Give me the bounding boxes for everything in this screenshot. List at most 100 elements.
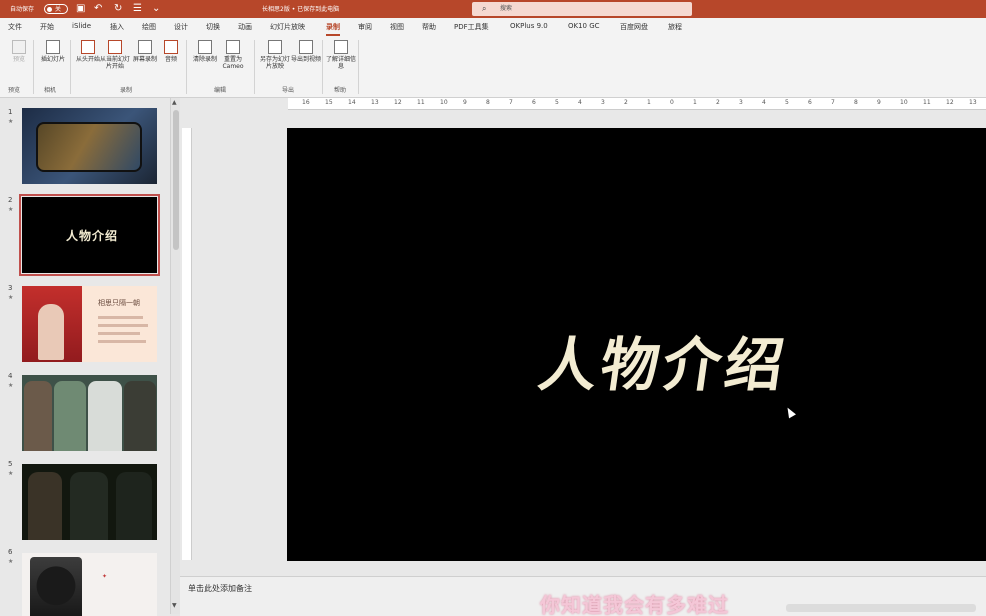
tab-insert[interactable]: 插入 <box>110 22 124 32</box>
tab-design[interactable]: 设计 <box>174 22 188 32</box>
audio-button[interactable]: 音频 <box>156 40 186 63</box>
slide-number-6: 6 <box>8 548 13 556</box>
text-line <box>98 324 148 327</box>
tab-slideshow[interactable]: 幻灯片放映 <box>270 22 305 32</box>
ruler-tick: 12 <box>394 99 402 106</box>
calligraphy-mark: ✦ <box>102 573 108 580</box>
tab-home[interactable]: 开始 <box>40 22 54 32</box>
save-as-show-icon <box>268 40 282 54</box>
preview-icon <box>12 40 26 54</box>
learn-more-icon <box>334 40 348 54</box>
character-image <box>88 381 122 451</box>
clear-recording-icon <box>198 40 212 54</box>
notes-placeholder: 单击此处添加备注 <box>188 584 252 593</box>
reset-cameo-button[interactable]: 重置为Cameo <box>218 40 248 70</box>
ribbon-divider <box>186 40 187 94</box>
title-bar: 自动保存 关 ▣ ↶ ↻ ☰ ⌄ 长相思2版 • 已保存到此电脑 ⌕ 搜索 <box>0 0 986 18</box>
from-current-slide-button[interactable]: 从当前幻灯片开始 <box>100 40 130 70</box>
preview-button[interactable]: 预览 <box>4 40 34 63</box>
tab-okplus[interactable]: OKPlus 9.0 <box>510 22 548 30</box>
slide-thumbnail-4[interactable] <box>22 375 157 451</box>
export-video-button[interactable]: 导出到视频 <box>291 40 321 63</box>
tab-review[interactable]: 审阅 <box>358 22 372 32</box>
tab-islide[interactable]: iSlide <box>72 22 91 30</box>
slide-thumbnail-6[interactable]: ✦ <box>22 553 157 616</box>
ruler-tick: 1 <box>647 99 651 106</box>
tab-journey[interactable]: 旅程 <box>668 22 682 32</box>
clear-recording-button[interactable]: 清除录制 <box>190 40 220 63</box>
ruler-tick: 13 <box>371 99 379 106</box>
slide-thumbnail-5[interactable] <box>22 464 157 540</box>
ruler-tick: 1 <box>693 99 697 106</box>
scrollbar-thumb[interactable] <box>173 110 179 250</box>
character-image <box>38 304 64 360</box>
slide-thumbnail-pane: 1 ★ 2 ★ 人物介绍 3 ★ 相思只隔一朝 4 ★ 5 ★ 6 ★ ✦ <box>0 98 170 616</box>
ribbon-divider <box>254 40 255 94</box>
ruler-tick: 9 <box>463 99 467 106</box>
group-preview: 预览 <box>8 87 21 94</box>
autosave-toggle[interactable]: 关 <box>44 4 68 14</box>
screen-recording-icon <box>138 40 152 54</box>
video-subtitle: 你知道我会有多难过 <box>540 593 729 616</box>
ruler-tick: 7 <box>509 99 513 106</box>
insert-slide-button[interactable]: 插幻灯片 <box>38 40 68 63</box>
star-icon: ★ <box>8 382 14 389</box>
preview-label: 预览 <box>12 56 25 63</box>
tab-transitions[interactable]: 切换 <box>206 22 220 32</box>
group-record: 录制 <box>120 87 133 94</box>
scroll-up-icon[interactable]: ▲ <box>172 99 177 106</box>
document-title[interactable]: 长相思2版 • 已保存到此电脑 <box>262 4 339 13</box>
redo-icon[interactable]: ↻ <box>114 2 122 16</box>
learn-more-button[interactable]: 了解详细信息 <box>326 40 356 70</box>
customize-toolbar-icon[interactable]: ⌄ <box>152 2 160 16</box>
slide-thumbnail-1[interactable] <box>22 108 157 184</box>
thumbnail-scrollbar[interactable]: ▲ ▼ <box>170 98 180 614</box>
slideshow-icon[interactable]: ☰ <box>133 2 142 16</box>
ribbon-divider <box>322 40 323 94</box>
undo-icon[interactable]: ↶ <box>94 2 102 16</box>
tab-view[interactable]: 视图 <box>390 22 404 32</box>
search-box[interactable]: ⌕ 搜索 <box>472 2 692 16</box>
ruler-tick: 5 <box>785 99 789 106</box>
slide-number-1: 1 <box>8 108 13 116</box>
tab-animations[interactable]: 动画 <box>238 22 252 32</box>
character-image <box>124 381 156 451</box>
tab-recording[interactable]: 录制 <box>326 22 340 36</box>
phone-image <box>36 122 142 172</box>
scroll-down-icon[interactable]: ▼ <box>172 602 177 609</box>
from-beginning-icon <box>81 40 95 54</box>
insert-slide-icon <box>46 40 60 54</box>
star-icon: ★ <box>8 294 14 301</box>
ribbon-divider <box>70 40 71 94</box>
export-video-label: 导出到视频 <box>291 56 322 63</box>
from-current-slide-label: 从当前幻灯片开始 <box>100 56 131 70</box>
tab-pdf-tools[interactable]: PDF工具集 <box>454 22 489 32</box>
ruler-tick: 11 <box>417 99 425 106</box>
horizontal-ruler: 16 15 14 13 12 11 10 9 8 7 6 5 4 3 2 1 0… <box>288 98 986 110</box>
star-icon: ★ <box>8 118 14 125</box>
tab-baidu-netdisk[interactable]: 百度网盘 <box>620 22 648 32</box>
ruler-tick: 2 <box>624 99 628 106</box>
save-icon[interactable]: ▣ <box>76 2 85 16</box>
tab-help[interactable]: 帮助 <box>422 22 436 32</box>
slide-number-3: 3 <box>8 284 13 292</box>
character-image <box>28 472 62 540</box>
ruler-tick: 12 <box>946 99 954 106</box>
character-image <box>30 557 82 616</box>
ribbon-divider <box>33 40 34 94</box>
status-bar-blur <box>786 604 976 612</box>
ruler-tick: 11 <box>923 99 931 106</box>
character-image <box>54 381 86 451</box>
slide-thumbnail-2[interactable]: 人物介绍 <box>19 194 160 276</box>
save-as-show-button[interactable]: 另存为幻灯片放映 <box>260 40 290 70</box>
export-video-icon <box>299 40 313 54</box>
from-beginning-button[interactable]: 从头开始 <box>73 40 103 63</box>
slide-thumbnail-3[interactable]: 相思只隔一朝 <box>22 286 157 362</box>
thumbnail-caption: 相思只隔一朝 <box>98 299 140 307</box>
slide-title[interactable]: 人物介绍 <box>534 318 794 402</box>
ruler-tick: 7 <box>831 99 835 106</box>
tab-ok10gc[interactable]: OK10 GC <box>568 22 600 30</box>
tab-file[interactable]: 文件 <box>8 22 22 32</box>
character-image <box>24 381 52 451</box>
tab-draw[interactable]: 绘图 <box>142 22 156 32</box>
